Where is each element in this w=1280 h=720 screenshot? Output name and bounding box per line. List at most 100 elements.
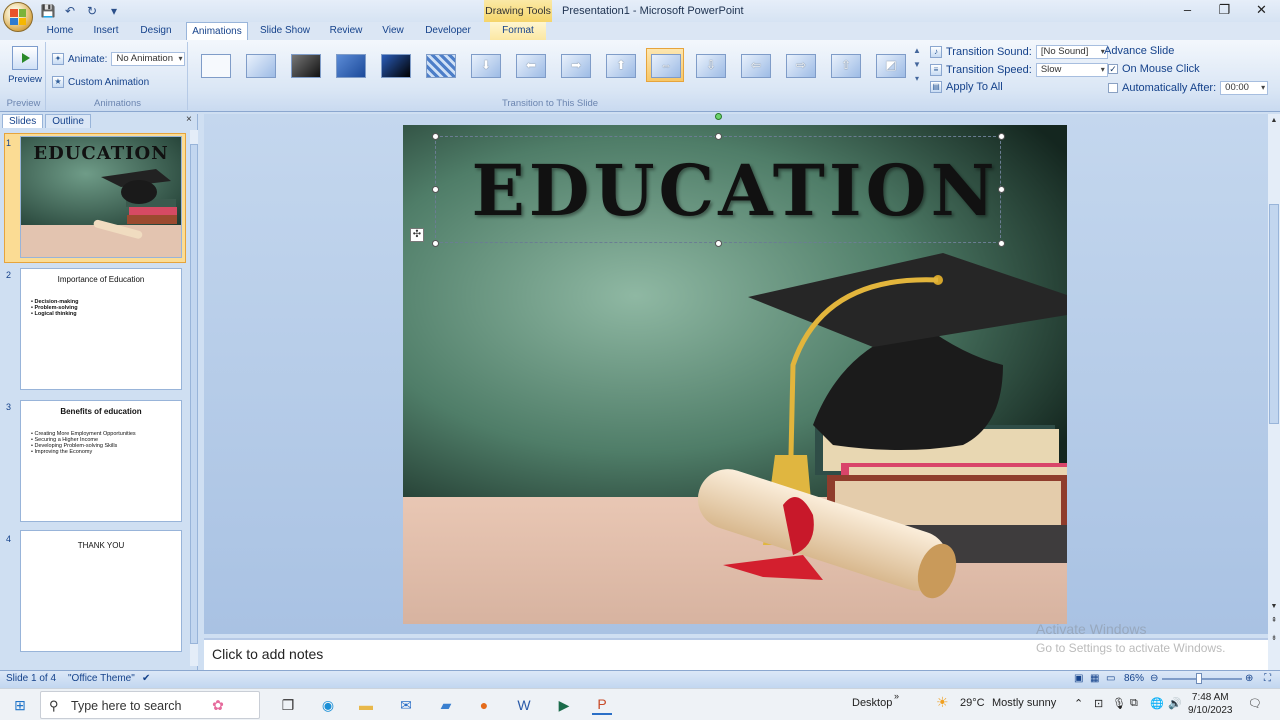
- scroll-up-icon[interactable]: ▲: [1269, 116, 1279, 126]
- transition-push-up[interactable]: ⇧: [826, 48, 864, 82]
- rotation-handle[interactable]: [715, 113, 722, 120]
- weather-icon[interactable]: ☀: [936, 694, 949, 711]
- gallery-down-icon[interactable]: ▼: [912, 58, 922, 72]
- vertical-scrollbar[interactable]: ▲ ▼ ⇞ ⇟: [1268, 114, 1280, 670]
- slide-thumbnail-4[interactable]: THANK YOU: [20, 530, 182, 652]
- transition-cover-down[interactable]: ◩: [871, 48, 909, 82]
- apply-to-all-button[interactable]: ▤ Apply To All: [930, 81, 1003, 93]
- restore-button[interactable]: ❐: [1206, 0, 1243, 22]
- resize-handle[interactable]: [998, 240, 1005, 247]
- tab-insert[interactable]: Insert: [90, 22, 122, 40]
- animate-dropdown[interactable]: No Animation: [111, 52, 186, 66]
- transition-cut-black[interactable]: [376, 48, 414, 82]
- firefox-icon[interactable]: ●: [474, 695, 494, 715]
- close-button[interactable]: ✕: [1243, 0, 1280, 22]
- tab-slides[interactable]: Slides: [2, 114, 44, 128]
- transition-fade-smoothly[interactable]: [241, 48, 279, 82]
- transition-dissolve[interactable]: [421, 48, 459, 82]
- powerpoint-icon[interactable]: P: [592, 695, 612, 715]
- toolbar-expand-icon[interactable]: »: [894, 691, 899, 701]
- auto-after-spinner[interactable]: 00:00: [1220, 81, 1269, 95]
- transition-wipe-left[interactable]: ⬅: [511, 48, 549, 82]
- tab-view[interactable]: View: [378, 22, 408, 40]
- resize-handle[interactable]: [432, 240, 439, 247]
- transition-push-left[interactable]: ⇦: [736, 48, 774, 82]
- slide-thumbnail-2[interactable]: Importance of Education Decision-making …: [20, 268, 182, 390]
- pane-close-icon[interactable]: ×: [186, 114, 192, 125]
- network-share-icon[interactable]: ⧉: [1130, 697, 1138, 710]
- mail-icon[interactable]: ✉: [396, 695, 416, 715]
- hidden-icons-chevron[interactable]: ⌃: [1074, 697, 1083, 710]
- edge-icon[interactable]: ◉: [318, 695, 338, 715]
- customize-qat-icon[interactable]: ▾: [106, 3, 122, 19]
- preview-button[interactable]: Preview: [8, 46, 42, 85]
- transition-fade-black[interactable]: [286, 48, 324, 82]
- gallery-more-icon[interactable]: ▾: [912, 72, 922, 86]
- next-slide-icon[interactable]: ⇟: [1269, 634, 1279, 644]
- transition-wipe-up[interactable]: ⬆: [601, 48, 639, 82]
- fit-slide-icon[interactable]: ⛶: [1264, 673, 1271, 684]
- transition-none[interactable]: [196, 48, 234, 82]
- normal-view-icon[interactable]: ▣: [1074, 673, 1083, 684]
- scroll-thumb[interactable]: [1269, 204, 1279, 424]
- custom-animation-button[interactable]: ★ Custom Animation: [52, 76, 149, 88]
- zoom-in-icon[interactable]: ⊕: [1245, 673, 1253, 684]
- pane-scrollbar[interactable]: [190, 130, 198, 666]
- resize-handle[interactable]: [715, 240, 722, 247]
- weather-temperature[interactable]: 29°C: [960, 697, 985, 709]
- zoom-slider[interactable]: [1162, 678, 1242, 680]
- word-icon[interactable]: W: [514, 695, 534, 715]
- resize-handle[interactable]: [432, 186, 439, 193]
- tab-outline[interactable]: Outline: [45, 114, 91, 128]
- desktop-toolbar-label[interactable]: Desktop: [852, 697, 892, 709]
- transition-wipe-right[interactable]: ➡: [556, 48, 594, 82]
- animation-marker-icon[interactable]: ✣: [410, 228, 424, 242]
- search-highlight-icon[interactable]: ✿: [208, 695, 228, 715]
- store-icon[interactable]: ▰: [436, 695, 456, 715]
- scroll-down-icon[interactable]: ▼: [1269, 602, 1279, 612]
- network-globe-icon[interactable]: 🌐: [1150, 697, 1164, 710]
- prev-slide-icon[interactable]: ⇞: [1269, 616, 1279, 626]
- tab-format[interactable]: Format: [490, 22, 546, 40]
- weather-description[interactable]: Mostly sunny: [992, 697, 1056, 709]
- redo-icon[interactable]: ↻: [84, 3, 100, 19]
- file-explorer-icon[interactable]: ▬: [356, 695, 376, 715]
- tab-design[interactable]: Design: [138, 22, 174, 40]
- tray-app-icon[interactable]: ⊡: [1094, 697, 1103, 710]
- slide-thumbnail-1[interactable]: EDUCATION: [20, 136, 182, 258]
- spell-check-icon[interactable]: ✔: [142, 673, 150, 684]
- resize-handle[interactable]: [715, 133, 722, 140]
- transition-split-selected[interactable]: ⇔: [646, 48, 684, 82]
- microphone-icon[interactable]: 🎙: [1112, 697, 1126, 710]
- tab-animations[interactable]: Animations: [186, 22, 248, 41]
- volume-icon[interactable]: 🔊: [1168, 697, 1182, 710]
- system-clock[interactable]: 7:48 AM 9/10/2023: [1188, 691, 1233, 717]
- on-mouse-click-checkbox[interactable]: ✓: [1108, 64, 1118, 74]
- slide-sorter-icon[interactable]: ▦: [1090, 673, 1099, 684]
- title-selection-box[interactable]: [435, 136, 1001, 243]
- undo-icon[interactable]: ↶: [62, 3, 78, 19]
- gallery-up-icon[interactable]: ▲: [912, 44, 922, 58]
- windows-start-icon[interactable]: ⊞: [10, 695, 30, 715]
- slideshow-view-icon[interactable]: ▭: [1106, 673, 1115, 684]
- notifications-icon[interactable]: 🗨: [1248, 697, 1262, 710]
- save-icon[interactable]: 💾: [40, 3, 56, 19]
- tab-review[interactable]: Review: [326, 22, 366, 40]
- resize-handle[interactable]: [998, 133, 1005, 140]
- zoom-level[interactable]: 86%: [1124, 673, 1144, 684]
- transition-cut[interactable]: [331, 48, 369, 82]
- zoom-out-icon[interactable]: ⊖: [1150, 673, 1158, 684]
- resize-handle[interactable]: [432, 133, 439, 140]
- transition-speed-dropdown[interactable]: Slow: [1035, 63, 1108, 77]
- app-icon[interactable]: ▶: [554, 695, 574, 715]
- zoom-slider-knob[interactable]: [1196, 673, 1202, 684]
- task-view-icon[interactable]: ❐: [278, 695, 298, 715]
- auto-after-checkbox[interactable]: [1108, 83, 1118, 93]
- transition-wipe-down[interactable]: ⬇: [466, 48, 504, 82]
- transition-push-right[interactable]: ⇨: [781, 48, 819, 82]
- theme-name[interactable]: "Office Theme": [68, 673, 135, 684]
- slide-thumbnail-3[interactable]: Benefits of education Creating More Empl…: [20, 400, 182, 522]
- minimize-button[interactable]: –: [1169, 0, 1206, 22]
- tab-developer[interactable]: Developer: [422, 22, 474, 40]
- resize-handle[interactable]: [998, 186, 1005, 193]
